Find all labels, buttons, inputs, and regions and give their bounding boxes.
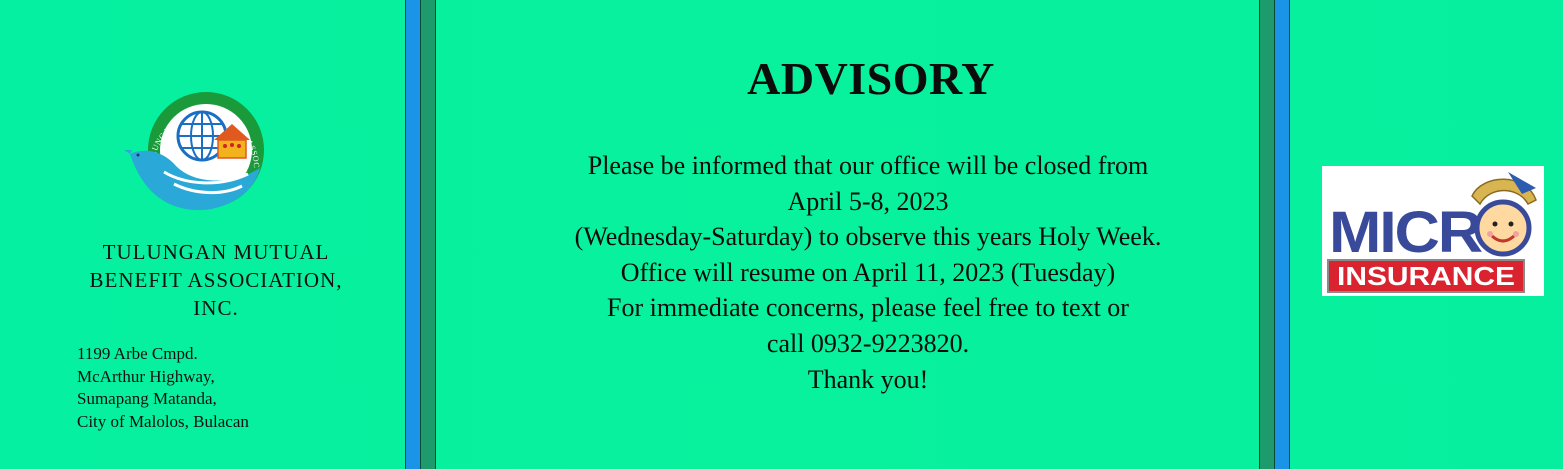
address-line: Sumapang Matanda, [77,389,217,408]
advisory-line: Please be informed that our office will … [587,151,1149,180]
organization-panel: TULUNGAN MUTUAL BENEFIT ASSOCIATION, INC… [0,0,405,469]
left-divider-blue [405,0,420,469]
advisory-title: ADVISORY [747,53,995,104]
advisory-line: Office will resume on April 11, 2023 (Tu… [620,257,1116,287]
left-divider-edge [405,0,406,469]
organization-address: 1199 Arbe Cmpd. McArthur Highway, Sumapa… [77,343,377,433]
right-divider-inner [1259,0,1260,469]
tmba-logo-icon: TULUNGAN MUTUAL BENEFIT ASSOCIATION, INC… [124,88,264,211]
advisory-line: call 0932-9223820. [766,328,970,358]
right-divider-green [1259,0,1274,469]
organization-name-line: INC. [193,296,239,320]
right-divider-blue [1274,0,1289,469]
advisory-banner: TULUNGAN MUTUAL BENEFIT ASSOCIATION, INC… [0,0,1563,469]
advisory-panel: ADVISORY Please be informed that our off… [436,0,1259,469]
address-line: McArthur Highway, [77,366,215,386]
micro-insurance-panel: MICR INSURANCE [1289,0,1563,469]
advisory-line: April 5-8, 2023 [787,186,949,216]
insurance-text: INSURANCE [1337,261,1515,291]
organization-name-line: TULUNGAN MUTUAL [102,240,330,264]
organization-name-line: BENEFIT ASSOCIATION, [89,268,343,292]
advisory-line: (Wednesday-Saturday) to observe this yea… [574,222,1162,252]
organization-name: TULUNGAN MUTUAL BENEFIT ASSOCIATION, INC… [66,238,366,322]
micro-insurance-logo-icon: MICR INSURANCE [1327,172,1537,293]
advisory-body: Please be informed that our office will … [436,148,1300,397]
micro-insurance-logo: MICR INSURANCE [1322,166,1544,296]
left-divider-mid [420,0,421,469]
left-divider-green [420,0,435,469]
address-line: City of Malolos, Bulacan [77,411,249,431]
micro-text: MICR [1329,200,1482,265]
advisory-line: Thank you! [807,364,929,394]
address-line: 1199 Arbe Cmpd. [77,344,198,363]
right-divider-mid [1274,0,1275,469]
mascot-face-icon [1471,172,1537,257]
advisory-line: For immediate concerns, please feel free… [607,293,1129,323]
